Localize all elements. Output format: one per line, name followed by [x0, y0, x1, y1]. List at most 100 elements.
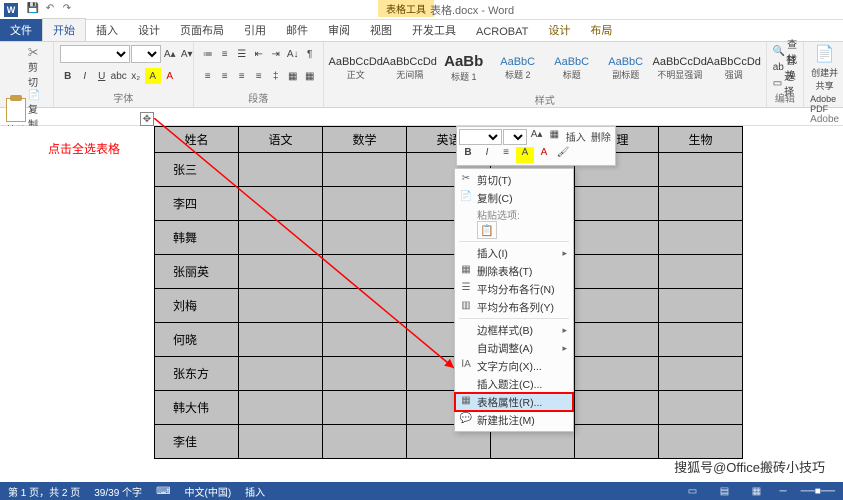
view-web-icon[interactable]: ▦ — [748, 486, 766, 497]
mini-delete-button[interactable]: 删除 — [589, 129, 613, 145]
show-marks-icon[interactable]: ¶ — [302, 46, 318, 62]
undo-icon[interactable]: ↶ — [43, 3, 57, 17]
table-cell[interactable] — [575, 289, 659, 323]
table-cell[interactable]: 李四 — [155, 187, 239, 221]
table-cell[interactable] — [323, 221, 407, 255]
table-cell[interactable] — [659, 357, 743, 391]
zoom-out-button[interactable]: ─ — [780, 486, 787, 497]
shading-icon[interactable]: ▦ — [285, 68, 301, 84]
table-cell[interactable] — [575, 187, 659, 221]
table-cell[interactable] — [659, 255, 743, 289]
tab-review[interactable]: 审阅 — [318, 19, 360, 41]
view-read-icon[interactable]: ▭ — [684, 486, 702, 497]
table-cell[interactable] — [575, 357, 659, 391]
zoom-slider[interactable]: ──■── — [801, 486, 835, 497]
menu-table-properties[interactable]: ▦表格属性(R)... — [455, 393, 573, 411]
view-print-icon[interactable]: ▤ — [716, 486, 734, 497]
tab-developer[interactable]: 开发工具 — [402, 19, 466, 41]
table-cell[interactable] — [323, 187, 407, 221]
table-cell[interactable]: 张三 — [155, 153, 239, 187]
tab-table-layout[interactable]: 布局 — [580, 19, 622, 41]
menu-distribute-cols[interactable]: ▥平均分布各列(Y) — [455, 298, 573, 316]
borders-icon[interactable]: ▦ — [302, 68, 318, 84]
menu-distribute-rows[interactable]: ☰平均分布各行(N) — [455, 280, 573, 298]
mini-italic-icon[interactable]: I — [478, 147, 496, 163]
table-cell[interactable]: 张丽英 — [155, 255, 239, 289]
table-cell[interactable] — [575, 323, 659, 357]
tab-table-design[interactable]: 设计 — [538, 19, 580, 41]
table-cell[interactable] — [659, 153, 743, 187]
table-cell[interactable] — [575, 255, 659, 289]
mini-grow-icon[interactable]: A▴ — [528, 129, 545, 145]
style-无间隔[interactable]: AaBbCcDd无间隔 — [384, 44, 436, 92]
table-cell[interactable] — [575, 425, 659, 459]
menu-autofit[interactable]: 自动调整(A) — [455, 339, 573, 357]
table-cell[interactable] — [239, 391, 323, 425]
style-标题[interactable]: AaBbC标题 — [546, 44, 598, 92]
mini-fontcolor-icon[interactable]: A — [535, 147, 553, 163]
table-cell[interactable] — [323, 323, 407, 357]
table-row[interactable]: 张三 — [155, 153, 743, 187]
table-row[interactable]: 韩舞 — [155, 221, 743, 255]
status-language[interactable]: 中文(中国) — [185, 484, 232, 499]
table-cell[interactable] — [575, 391, 659, 425]
menu-insert-caption[interactable]: 插入题注(C)... — [455, 375, 573, 393]
table-cell[interactable] — [659, 323, 743, 357]
style-正文[interactable]: AaBbCcDd正文 — [330, 44, 382, 92]
copy-button[interactable]: 📄 复制 — [28, 90, 47, 131]
table-cell[interactable]: 刘梅 — [155, 289, 239, 323]
table-header-cell[interactable]: 姓名 — [155, 127, 239, 153]
table-cell[interactable] — [239, 221, 323, 255]
sub-button[interactable]: x₂ — [128, 68, 144, 84]
table-row[interactable]: 刘梅 — [155, 289, 743, 323]
table-cell[interactable] — [323, 255, 407, 289]
mini-insert-button[interactable]: 插入 — [564, 129, 588, 145]
table-header-cell[interactable]: 生物 — [659, 127, 743, 153]
menu-copy[interactable]: 📄复制(C) — [455, 189, 573, 207]
mini-highlight-icon[interactable]: A — [516, 147, 534, 163]
cut-button[interactable]: ✂ 剪切 — [28, 44, 47, 89]
menu-delete-table[interactable]: ▦删除表格(T) — [455, 262, 573, 280]
inc-indent-icon[interactable]: ⇥ — [268, 46, 284, 62]
save-icon[interactable]: 💾 — [26, 3, 40, 17]
table-cell[interactable]: 张东方 — [155, 357, 239, 391]
font-color-button[interactable]: A — [162, 68, 178, 84]
table-cell[interactable] — [239, 323, 323, 357]
status-mode[interactable]: 插入 — [245, 484, 265, 499]
font-size-select[interactable] — [131, 45, 161, 63]
strike-button[interactable]: abc — [111, 68, 127, 84]
table-cell[interactable] — [659, 221, 743, 255]
table-row[interactable]: 张东方 — [155, 357, 743, 391]
table-header-cell[interactable]: 语文 — [239, 127, 323, 153]
table-header-cell[interactable]: 数学 — [323, 127, 407, 153]
table-select-handle[interactable]: ✥ — [140, 112, 154, 126]
multilevel-icon[interactable]: ☰ — [234, 46, 250, 62]
table-cell[interactable] — [323, 425, 407, 459]
style-强调[interactable]: AaBbCcDd强调 — [708, 44, 760, 92]
tab-page-layout[interactable]: 页面布局 — [170, 19, 234, 41]
justify-icon[interactable]: ≡ — [251, 68, 267, 84]
menu-new-comment[interactable]: 💬新建批注(M) — [455, 411, 573, 429]
table-cell[interactable] — [575, 221, 659, 255]
numbering-icon[interactable]: ≡ — [217, 46, 233, 62]
tab-design[interactable]: 设计 — [128, 19, 170, 41]
table-cell[interactable] — [323, 391, 407, 425]
paste-option-keep[interactable]: 📋 — [477, 221, 497, 239]
document-table[interactable]: 姓名语文数学英语化学物理生物 张三李四韩舞张丽英刘梅何晓张东方韩大伟李佳 — [154, 126, 743, 459]
ruler[interactable] — [0, 108, 843, 126]
line-spacing-icon[interactable]: ‡ — [268, 68, 284, 84]
status-word-count[interactable]: 39/39 个字 — [94, 484, 142, 499]
tab-acrobat[interactable]: ACROBAT — [466, 23, 538, 41]
bullets-icon[interactable]: ≔ — [200, 46, 216, 62]
bold-button[interactable]: B — [60, 68, 76, 84]
status-page[interactable]: 第 1 页，共 2 页 — [8, 484, 80, 499]
table-cell[interactable]: 韩舞 — [155, 221, 239, 255]
table-cell[interactable] — [659, 187, 743, 221]
table-row[interactable]: 张丽英 — [155, 255, 743, 289]
align-right-icon[interactable]: ≡ — [234, 68, 250, 84]
table-cell[interactable]: 韩大伟 — [155, 391, 239, 425]
table-cell[interactable] — [323, 153, 407, 187]
shrink-font-icon[interactable]: A▾ — [179, 46, 195, 62]
mini-bold-icon[interactable]: B — [459, 147, 477, 163]
redo-icon[interactable]: ↷ — [60, 3, 74, 17]
